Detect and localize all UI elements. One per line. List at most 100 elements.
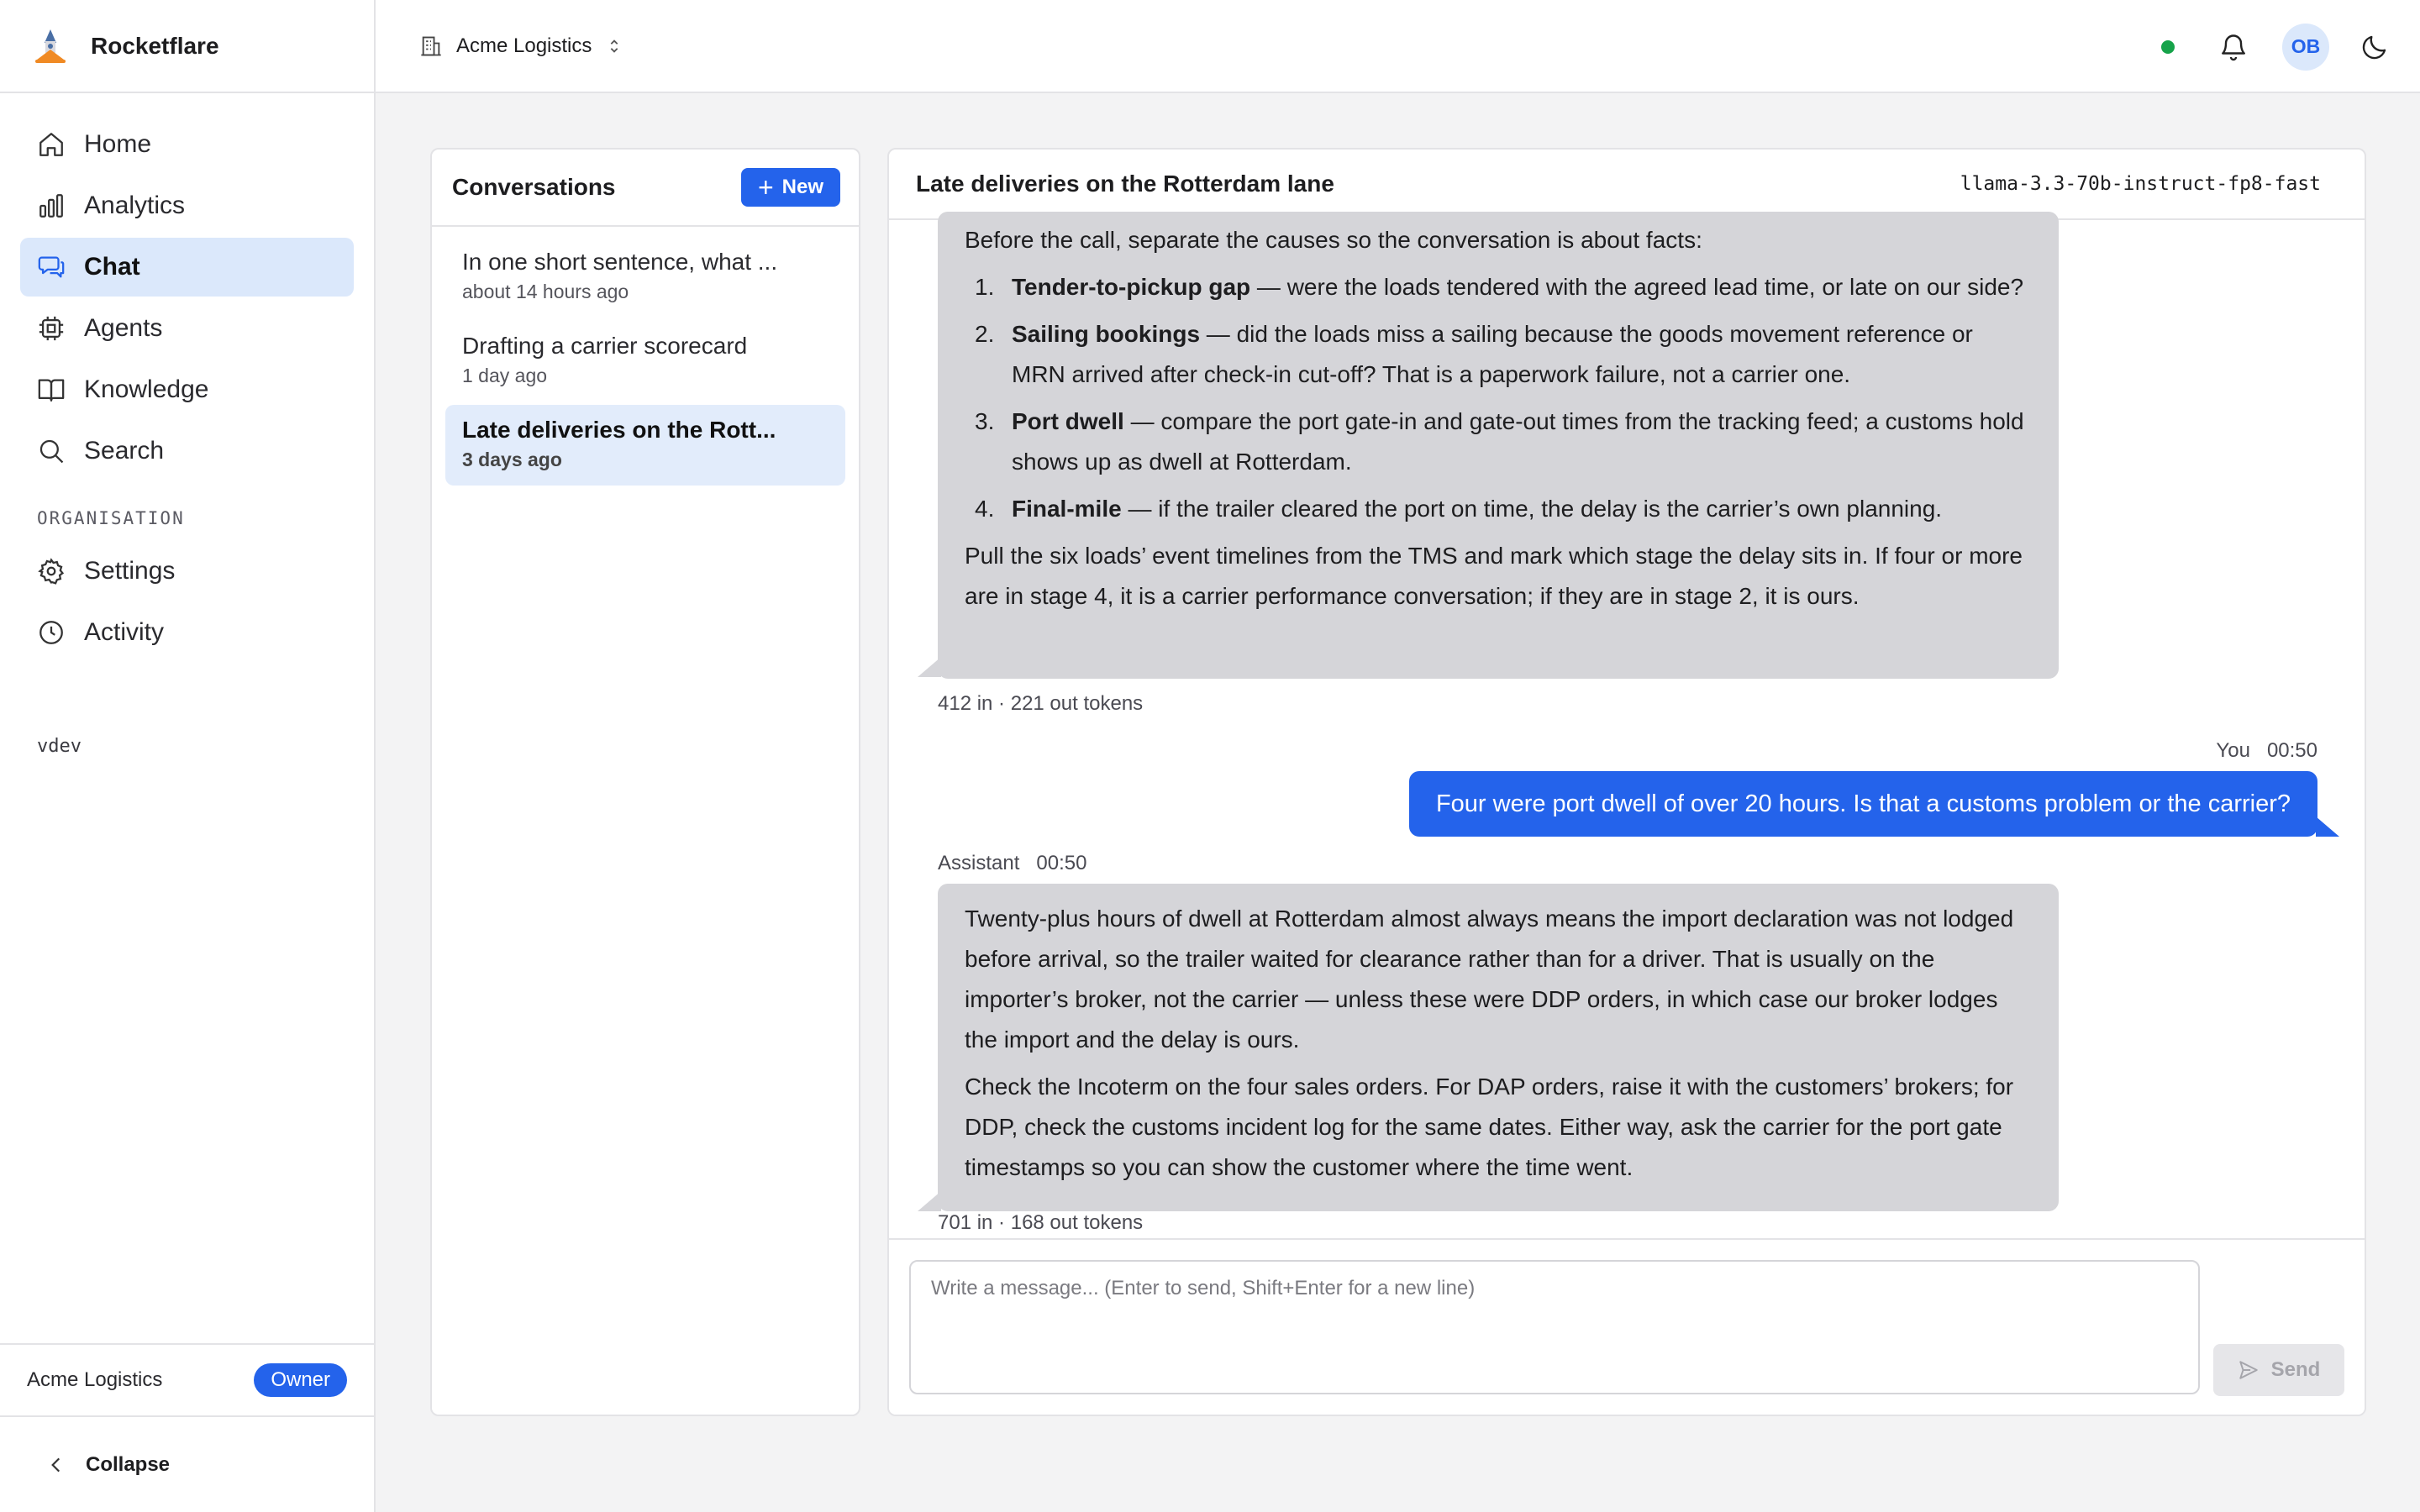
sidebar-item-knowledge[interactable]: Knowledge <box>20 360 354 419</box>
sidebar-item-label: Knowledge <box>84 375 209 403</box>
list-item: 2. Sailing bookings — did the loads miss … <box>965 314 2032 395</box>
user-message-meta: You 00:50 <box>2216 739 2317 763</box>
new-button-label: New <box>781 176 823 198</box>
message-paragraph: Twenty-plus hours of dwell at Rotterdam … <box>965 906 2014 1053</box>
list-item-heading: Port dwell <box>1012 408 1124 434</box>
chip-icon <box>39 316 64 341</box>
sidebar-item-analytics[interactable]: Analytics <box>20 176 354 235</box>
topbar-actions: OB <box>2161 0 2390 93</box>
sidebar-item-search[interactable]: Search <box>20 422 354 480</box>
sidebar-item-label: Activity <box>84 618 165 646</box>
list-number: 3. <box>975 408 995 434</box>
topbar: Acme Logistics OB <box>376 0 2420 93</box>
sidebar-item-agents[interactable]: Agents <box>20 299 354 358</box>
home-icon <box>39 133 63 156</box>
gear-icon <box>38 558 65 585</box>
list-item: 1. Tender-to-pickup gap — were the loads … <box>965 267 2032 307</box>
list-item-text: — compare the port gate-in and gate-out … <box>1012 408 2024 475</box>
conversations-title: Conversations <box>452 174 616 200</box>
book-icon <box>38 379 65 402</box>
org-footer[interactable]: Acme Logistics Owner <box>0 1343 374 1417</box>
bell-icon[interactable] <box>2218 32 2249 62</box>
collapse-button[interactable]: Collapse <box>0 1417 374 1512</box>
conversation-item-active[interactable]: Late deliveries on the Rott... 3 days ag… <box>445 405 845 486</box>
user-message: Four were port dwell of over 20 hours. I… <box>1408 771 2317 837</box>
assistant-message-meta: Assistant 00:50 <box>938 852 1086 875</box>
message-time: 00:50 <box>1036 852 1087 874</box>
search-icon <box>39 439 64 464</box>
brand[interactable]: Rocketflare <box>0 0 374 93</box>
message-author: Assistant <box>938 852 1020 874</box>
status-indicator <box>2161 39 2175 54</box>
bar-chart-icon <box>39 194 63 218</box>
moon-icon[interactable] <box>2360 32 2390 62</box>
list-item-text: — were the loads tendered with the agree… <box>1250 274 2024 300</box>
sidebar-item-label: Agents <box>84 314 163 342</box>
avatar[interactable]: OB <box>2282 23 2329 71</box>
list-item-text: — if the trailer cleared the port on tim… <box>1121 496 1943 522</box>
bubble-tail <box>918 657 941 677</box>
org-switcher[interactable]: Acme Logistics <box>419 34 623 58</box>
plus-icon: + <box>757 172 774 202</box>
new-conversation-button[interactable]: + New <box>740 168 840 207</box>
sidebar-item-label: Analytics <box>84 192 186 219</box>
list-number: 2. <box>975 321 995 347</box>
collapse-label: Collapse <box>86 1452 171 1476</box>
message-time: 00:50 <box>2266 739 2317 762</box>
composer: Send <box>889 1238 2365 1415</box>
chevron-left-icon <box>51 1457 60 1472</box>
sidebar-item-settings[interactable]: Settings <box>20 542 354 601</box>
list-item: 4. Final-mile — if the trailer cleared th… <box>965 489 2032 529</box>
environment-label: vdev <box>37 736 82 757</box>
list-item-heading: Final-mile <box>1012 496 1122 522</box>
conversation-time: about 14 hours ago <box>462 281 629 302</box>
send-label: Send <box>2270 1358 2321 1381</box>
chevron-updown-icon <box>611 39 618 53</box>
sidebar-item-label: Home <box>84 130 152 158</box>
message-input[interactable] <box>909 1260 2200 1394</box>
chat-title: Late deliveries on the Rotterdam lane <box>916 171 1334 197</box>
message-author: You <box>2216 739 2250 762</box>
sidebar-item-activity[interactable]: Activity <box>20 603 354 662</box>
section-label-organisation: ORGANISATION <box>37 508 185 528</box>
message-paragraph: Pull the six loads’ event timelines from… <box>965 543 2023 609</box>
app-name: Rocketflare <box>91 32 219 59</box>
cause-list: 1. Tender-to-pickup gap — were the loads … <box>965 267 2032 529</box>
conversation-list: In one short sentence, what ... about 14… <box>432 227 859 499</box>
model-name: llama-3.3-70b-instruct-fp8-fast <box>1960 173 2321 195</box>
send-button[interactable]: Send <box>2213 1344 2344 1396</box>
org-switcher-label: Acme Logistics <box>456 34 592 57</box>
token-count: 701 in · 168 out tokens <box>938 1211 1144 1234</box>
conversation-title: Late deliveries on the Rott... <box>462 417 776 443</box>
assistant-message: Twenty-plus hours of dwell at Rotterdam … <box>938 884 2059 1211</box>
clock-icon <box>39 621 63 644</box>
list-number: 4. <box>975 496 995 522</box>
send-icon <box>2238 1361 2258 1379</box>
sidebar-item-home[interactable]: Home <box>20 115 354 174</box>
conversations-header: Conversations + New <box>432 150 859 227</box>
bubble-tail <box>2316 816 2339 837</box>
chat-panel: Late deliveries on the Rotterdam lane ll… <box>887 148 2366 1416</box>
footer-org-name: Acme Logistics <box>27 1368 163 1391</box>
list-number: 1. <box>975 274 995 300</box>
conversation-title: Drafting a carrier scorecard <box>462 333 748 359</box>
message-paragraph: Check the Incoterm on the four sales ord… <box>965 1074 2014 1180</box>
role-badge: Owner <box>254 1363 347 1397</box>
sidebar-item-label: Settings <box>84 557 176 585</box>
conversation-item[interactable]: Drafting a carrier scorecard 1 day ago <box>445 321 845 402</box>
chat-header: Late deliveries on the Rotterdam lane ll… <box>889 150 2365 220</box>
assistant-message: Before the call, separate the causes so … <box>938 212 2059 679</box>
list-item: 3. Port dwell — compare the port gate-in … <box>965 402 2032 482</box>
sidebar-item-label: Chat <box>84 253 140 281</box>
message-paragraph: Before the call, separate the causes so … <box>965 227 1702 253</box>
bubble-tail <box>918 1191 941 1211</box>
main-nav: Home Analytics Chat Agents Knowledge Sea… <box>0 93 374 662</box>
conversation-item[interactable]: In one short sentence, what ... about 14… <box>445 237 845 318</box>
token-count: 412 in · 221 out tokens <box>938 692 1144 715</box>
message-list[interactable]: Before the call, separate the causes so … <box>889 212 2365 1388</box>
list-item-heading: Tender-to-pickup gap <box>1012 274 1251 300</box>
conversations-panel: Conversations + New In one short sentenc… <box>430 148 860 1416</box>
sidebar-item-chat[interactable]: Chat <box>20 238 354 297</box>
conversation-title: In one short sentence, what ... <box>462 249 778 275</box>
sidebar: Rocketflare Home Analytics Chat Agents K… <box>0 0 376 1512</box>
